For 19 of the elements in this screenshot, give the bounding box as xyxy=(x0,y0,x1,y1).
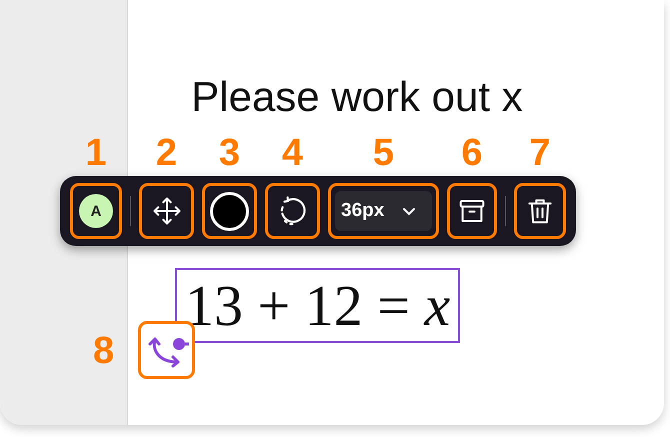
callout-number: 5 xyxy=(372,133,394,173)
delete-button[interactable] xyxy=(514,183,566,239)
heading: Please work out x xyxy=(190,72,524,122)
callout-number: 8 xyxy=(93,331,114,371)
rotate-button[interactable] xyxy=(265,183,320,239)
callout-number: 4 xyxy=(282,133,304,173)
chevron-icon xyxy=(402,206,416,216)
callout-number: 7 xyxy=(529,133,551,173)
callout-number: 3 xyxy=(218,133,240,173)
callout-number: 6 xyxy=(461,133,483,173)
avatar-button[interactable]: A xyxy=(70,183,122,239)
color-button[interactable] xyxy=(202,183,257,239)
callout-number: 2 xyxy=(156,133,178,173)
move-button[interactable] xyxy=(139,183,194,239)
archive-button[interactable] xyxy=(447,183,497,239)
move-icon xyxy=(152,196,182,226)
font-size-dropdown[interactable]: 36px xyxy=(328,183,439,239)
equation-box[interactable]: 13 + 12 = x xyxy=(175,268,460,343)
callout-number: 1 xyxy=(85,133,107,173)
